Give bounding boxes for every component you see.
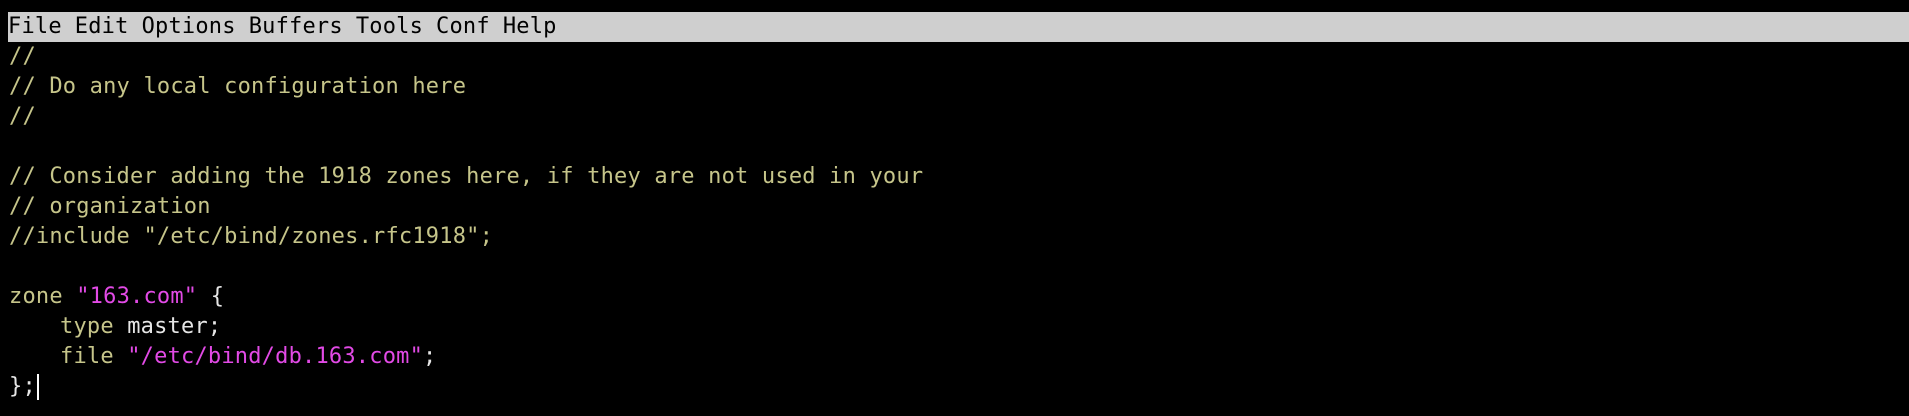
keyword-type: type xyxy=(60,314,114,339)
code-line-9: zone "163.com" { xyxy=(9,282,1909,312)
code-line-12: }; xyxy=(9,372,1909,402)
menu-help[interactable]: Help xyxy=(503,12,557,42)
code-line-10: type master; xyxy=(9,312,1909,342)
keyword-file: file xyxy=(60,344,114,369)
code-line-6: // organization xyxy=(9,194,211,219)
type-value: master; xyxy=(113,314,222,339)
code-line-1: // xyxy=(9,44,36,69)
editor-buffer[interactable]: // // Do any local configuration here //… xyxy=(9,42,1909,402)
terminal-screen: File Edit Options Buffers Tools Conf Hel… xyxy=(0,0,1909,416)
file-path-string: "/etc/bind/db.163.com" xyxy=(127,344,424,369)
menu-conf[interactable]: Conf xyxy=(436,12,490,42)
menu-bar: File Edit Options Buffers Tools Conf Hel… xyxy=(8,12,1909,42)
menu-options[interactable]: Options xyxy=(142,12,236,42)
code-line-3: // xyxy=(9,104,36,129)
menu-buffers[interactable]: Buffers xyxy=(249,12,343,42)
code-line-7: //include "/etc/bind/zones.rfc1918"; xyxy=(9,224,494,249)
semicolon: ; xyxy=(423,344,437,369)
open-brace: { xyxy=(197,284,225,309)
code-line-2: // Do any local configuration here xyxy=(9,74,467,99)
menu-tools[interactable]: Tools xyxy=(356,12,423,42)
code-line-5: // Consider adding the 1918 zones here, … xyxy=(9,164,924,189)
keyword-zone: zone xyxy=(9,284,63,309)
menu-file[interactable]: File xyxy=(8,12,62,42)
code-line-11: file "/etc/bind/db.163.com"; xyxy=(9,342,1909,372)
text-cursor xyxy=(36,374,39,400)
zone-name-string: "163.com" xyxy=(76,284,198,309)
close-brace: }; xyxy=(9,374,36,399)
menu-edit[interactable]: Edit xyxy=(75,12,129,42)
